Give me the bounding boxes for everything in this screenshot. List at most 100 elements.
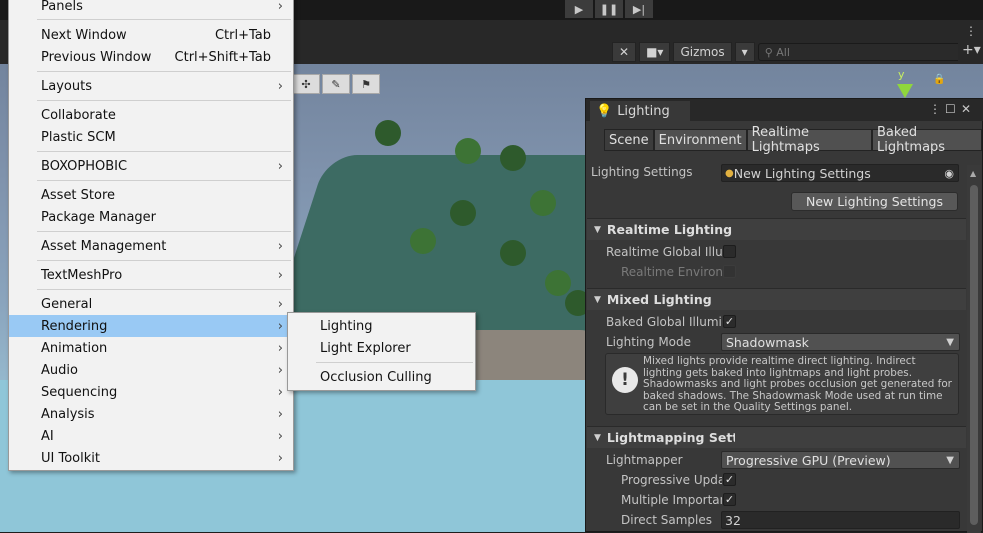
lighting-title-bar: 💡 Lighting ⋮ ☐ ✕ <box>586 99 983 121</box>
tab-baked-lightmaps[interactable]: Baked Lightmaps <box>871 125 982 155</box>
menu-item-textmeshpro[interactable]: TextMeshPro › <box>9 264 293 286</box>
lighting-scrollbar[interactable]: ▲ <box>967 165 981 533</box>
info-icon: ! <box>612 367 638 393</box>
submenu-item-occlusion-culling[interactable]: Occlusion Culling <box>288 366 475 388</box>
menu-label: TextMeshPro <box>41 267 123 283</box>
menu-item-analysis[interactable]: Analysis › <box>9 403 293 425</box>
more-icon[interactable]: ⋮ <box>965 24 977 38</box>
chevron-down-icon: ▼ <box>946 336 954 348</box>
scene-gizmo-label: y <box>898 68 905 81</box>
lightbulb-icon: 💡 <box>596 103 613 119</box>
add-icon[interactable]: +▾ <box>962 42 981 58</box>
baked-gi-label: Baked Global Illumin <box>606 315 722 329</box>
menu-item-boxophobic[interactable]: BOXOPHOBIC › <box>9 155 293 177</box>
realtime-lighting-section[interactable]: ▼ Realtime Lighting <box>587 218 966 240</box>
menu-item-audio[interactable]: Audio › <box>9 359 293 381</box>
tools-icon[interactable]: ✕ <box>612 42 637 62</box>
menu-label: BOXOPHOBIC <box>41 158 128 174</box>
multiple-importance-checkbox[interactable]: ✓ <box>723 493 736 506</box>
move-tool-icon[interactable]: ✣ <box>292 74 320 94</box>
multiple-importance-label: Multiple Importanc <box>621 493 722 507</box>
step-icon[interactable]: ▶| <box>625 0 653 18</box>
camera-icon[interactable]: ■▾ <box>639 42 671 62</box>
submenu-item-light-explorer[interactable]: Light Explorer <box>288 337 475 359</box>
divider <box>37 231 291 232</box>
flag-tool-icon[interactable]: ⚑ <box>352 74 380 94</box>
menu-label: Layouts <box>41 78 92 94</box>
menu-item-previous-window[interactable]: Previous Window Ctrl+Shift+Tab <box>9 46 293 68</box>
submenu-item-lighting[interactable]: Lighting <box>288 315 475 337</box>
menu-label: Animation <box>41 340 108 356</box>
lighting-asset-icon: ● <box>725 167 734 179</box>
divider <box>37 289 291 290</box>
menu-item-asset-management[interactable]: Asset Management › <box>9 235 293 257</box>
menu-item-panels[interactable]: Panels › <box>9 0 293 17</box>
tab-scene[interactable]: Scene <box>604 129 654 151</box>
realtime-environment-label: Realtime Environm <box>621 265 722 279</box>
menu-item-layouts[interactable]: Layouts › <box>9 75 293 97</box>
gizmos-dropdown-icon[interactable]: ▾ <box>734 42 755 62</box>
pen-tool-icon[interactable]: ✎ <box>322 74 350 94</box>
menu-item-general[interactable]: General › <box>9 293 293 315</box>
lighting-tab[interactable]: 💡 Lighting <box>590 101 690 121</box>
scroll-up-icon[interactable]: ▲ <box>970 169 976 178</box>
menu-item-ui-toolkit[interactable]: UI Toolkit › <box>9 447 293 469</box>
tree <box>450 200 476 226</box>
menu-item-rendering[interactable]: Rendering › <box>9 315 293 337</box>
more-icon[interactable]: ⋮ <box>929 102 941 116</box>
new-lighting-settings-button[interactable]: New Lighting Settings <box>791 192 958 211</box>
baked-gi-checkbox[interactable]: ✓ <box>723 315 736 328</box>
menu-item-ai[interactable]: AI › <box>9 425 293 447</box>
search-placeholder: All <box>776 45 790 59</box>
progressive-updates-checkbox[interactable]: ✓ <box>723 473 736 486</box>
tab-realtime-lightmaps[interactable]: Realtime Lightmaps <box>746 125 872 155</box>
scene-search-input[interactable]: ⚲ All <box>757 43 963 61</box>
chevron-right-icon: › <box>277 296 283 312</box>
close-icon[interactable]: ✕ <box>961 102 971 116</box>
section-title: Realtime Lighting <box>606 222 733 237</box>
menu-label: Asset Store <box>41 187 116 203</box>
lighting-settings-field[interactable]: ● New Lighting Settings ◉ <box>721 164 959 182</box>
scene-gizmo-cone[interactable] <box>897 84 913 98</box>
mixed-lighting-section[interactable]: ▼ Mixed Lighting <box>587 288 966 310</box>
direct-samples-value: 32 <box>725 512 741 528</box>
menu-item-plastic-scm[interactable]: Plastic SCM <box>9 126 293 148</box>
chevron-right-icon: › <box>277 384 283 400</box>
menu-item-animation[interactable]: Animation › <box>9 337 293 359</box>
realtime-environment-checkbox <box>723 265 736 278</box>
menu-item-next-window[interactable]: Next Window Ctrl+Tab <box>9 24 293 46</box>
menu-item-asset-store[interactable]: Asset Store <box>9 184 293 206</box>
object-picker-icon[interactable]: ◉ <box>944 167 954 180</box>
menu-item-sequencing[interactable]: Sequencing › <box>9 381 293 403</box>
divider <box>37 260 291 261</box>
progressive-updates-label: Progressive Upda <box>621 473 722 487</box>
pause-icon[interactable]: ❚❚ <box>595 0 623 18</box>
section-title: Mixed Lighting <box>606 292 712 307</box>
lightmapper-label: Lightmapper <box>606 453 683 467</box>
menu-label: Package Manager <box>41 209 157 225</box>
menu-label: Lighting <box>320 318 373 334</box>
menu-label: Next Window <box>41 27 127 43</box>
gizmos-button[interactable]: Gizmos <box>673 42 732 62</box>
play-icon[interactable]: ▶ <box>565 0 593 18</box>
chevron-right-icon: › <box>277 158 283 174</box>
lightmapper-dropdown[interactable]: Progressive GPU (Preview) ▼ <box>721 451 960 469</box>
realtime-gi-checkbox[interactable] <box>723 245 736 258</box>
menu-item-collaborate[interactable]: Collaborate <box>9 104 293 126</box>
scrollbar-thumb[interactable] <box>970 185 978 525</box>
lighting-window: 💡 Lighting ⋮ ☐ ✕ Scene Environment Realt… <box>585 98 983 533</box>
direct-samples-field[interactable]: 32 <box>721 511 960 529</box>
divider <box>37 151 291 152</box>
window-title: Lighting <box>617 103 670 119</box>
maximize-icon[interactable]: ☐ <box>945 102 956 116</box>
tab-environment[interactable]: Environment <box>653 129 747 151</box>
chevron-right-icon: › <box>277 318 283 334</box>
lighting-mode-dropdown[interactable]: Shadowmask ▼ <box>721 333 960 351</box>
lightmapping-settings-section[interactable]: ▼ Lightmapping Settings <box>587 426 966 448</box>
rendering-submenu: Lighting Light Explorer Occlusion Cullin… <box>287 312 476 391</box>
tree <box>375 120 401 146</box>
chevron-right-icon: › <box>277 78 283 94</box>
lock-icon[interactable]: 🔒 <box>933 74 945 85</box>
menu-item-package-manager[interactable]: Package Manager <box>9 206 293 228</box>
divider <box>37 19 291 20</box>
